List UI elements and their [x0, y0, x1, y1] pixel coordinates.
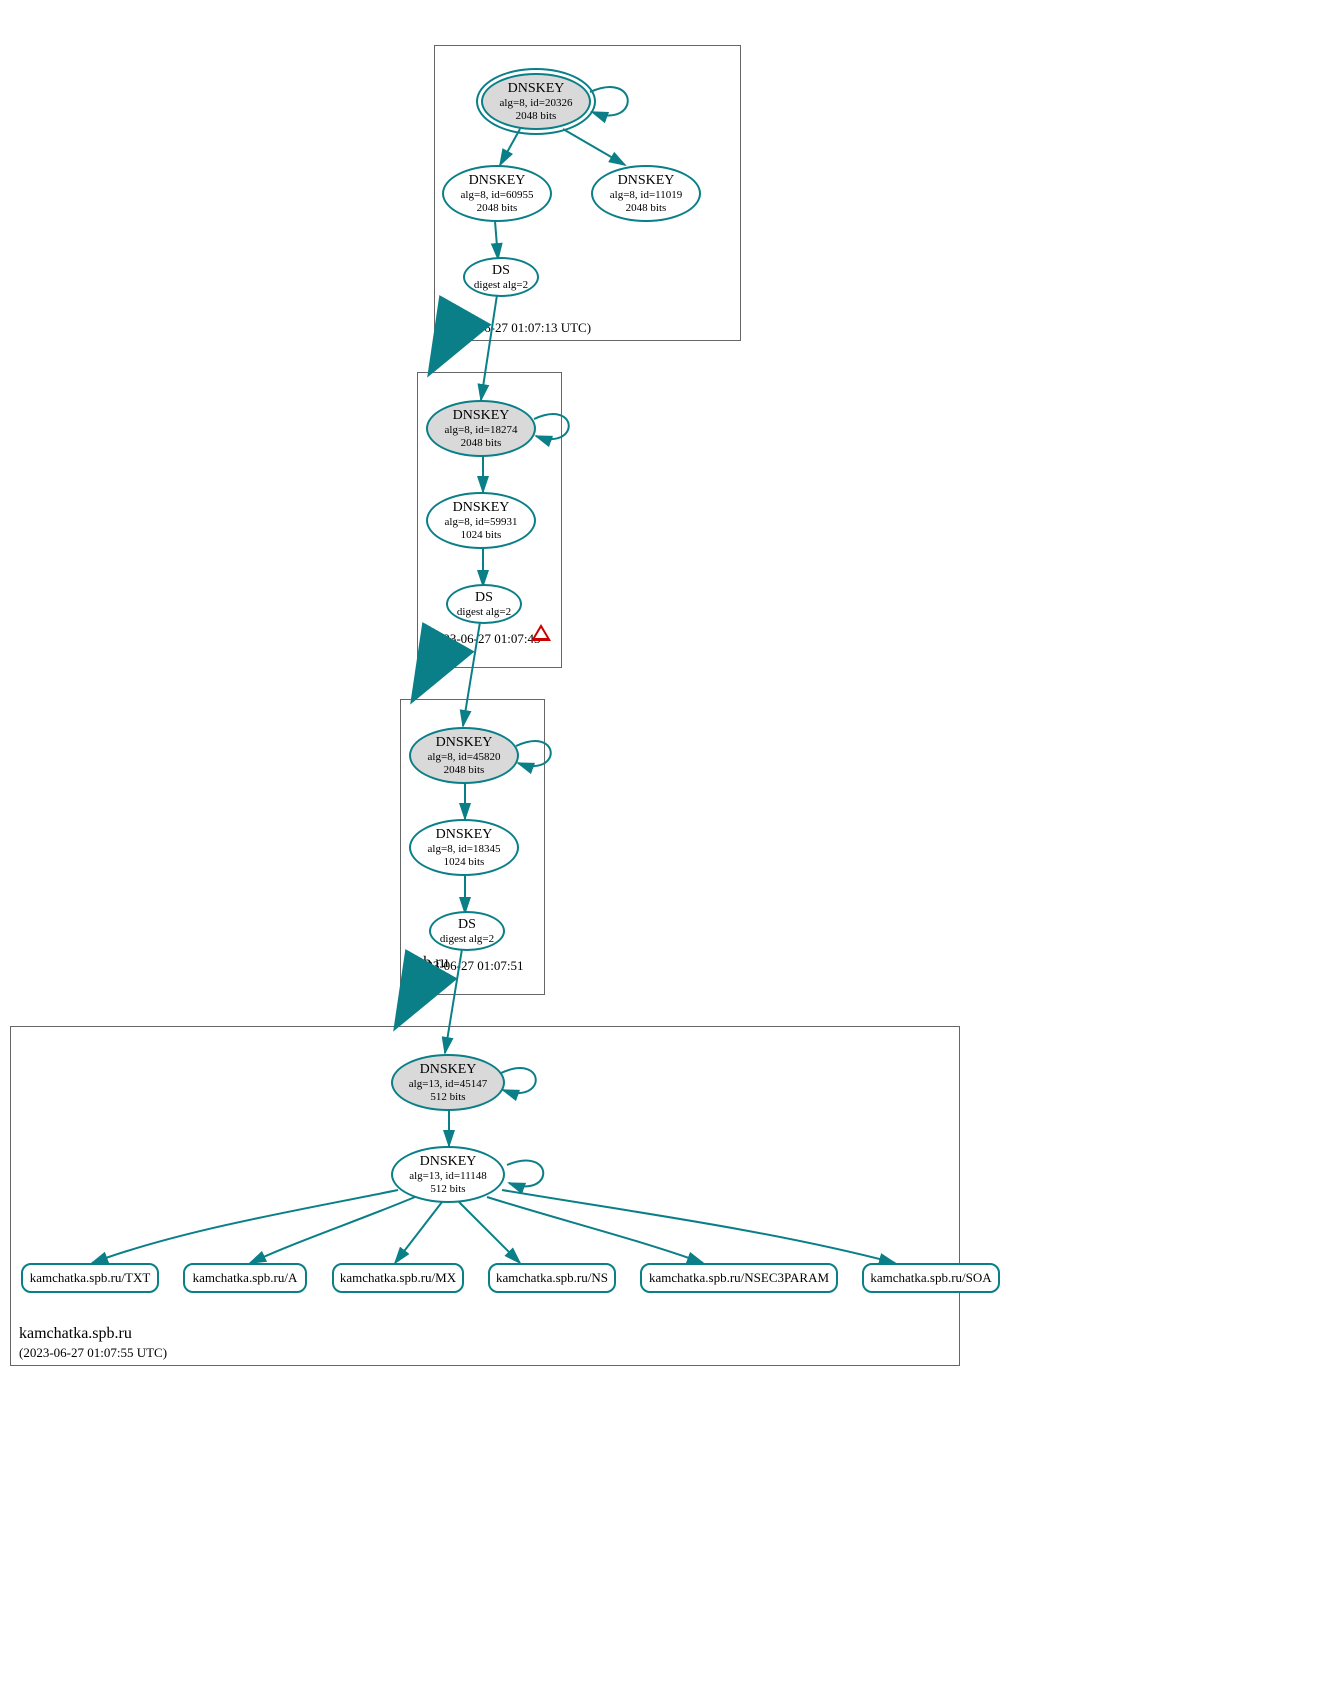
kam-zsk: DNSKEY alg=13, id=11148 512 bits: [391, 1146, 505, 1203]
zone-kam-label: kamchatka.spb.ru: [19, 1325, 132, 1343]
spb-ksk: DNSKEY alg=8, id=45820 2048 bits: [409, 727, 519, 784]
kam-ksk: DNSKEY alg=13, id=45147 512 bits: [391, 1054, 505, 1111]
warning-icon: [531, 624, 551, 641]
ru-ds: DS digest alg=2: [446, 584, 522, 624]
record-txt: kamchatka.spb.ru/TXT: [21, 1263, 159, 1293]
record-a: kamchatka.spb.ru/A: [183, 1263, 307, 1293]
root-zsk2: DNSKEY alg=8, id=11019 2048 bits: [591, 165, 701, 222]
record-soa: kamchatka.spb.ru/SOA: [862, 1263, 1000, 1293]
spb-ds: DS digest alg=2: [429, 911, 505, 951]
zone-root-label: .: [443, 300, 447, 318]
ru-ksk: DNSKEY alg=8, id=18274 2048 bits: [426, 400, 536, 457]
record-ns: kamchatka.spb.ru/NS: [488, 1263, 616, 1293]
record-nsec3: kamchatka.spb.ru/NSEC3PARAM: [640, 1263, 838, 1293]
zone-spb-ts: (2023-06-27 01:07:51 UTC): [409, 958, 544, 990]
record-mx: kamchatka.spb.ru/MX: [332, 1263, 464, 1293]
ru-zsk: DNSKEY alg=8, id=59931 1024 bits: [426, 492, 536, 549]
zone-kam-ts: (2023-06-27 01:07:55 UTC): [19, 1345, 167, 1361]
root-zsk: DNSKEY alg=8, id=60955 2048 bits: [442, 165, 552, 222]
spb-zsk: DNSKEY alg=8, id=18345 1024 bits: [409, 819, 519, 876]
zone-root-ts: (2023-06-27 01:07:13 UTC): [443, 320, 591, 336]
root-ds: DS digest alg=2: [463, 257, 539, 297]
root-ksk: DNSKEY alg=8, id=20326 2048 bits: [481, 73, 591, 130]
